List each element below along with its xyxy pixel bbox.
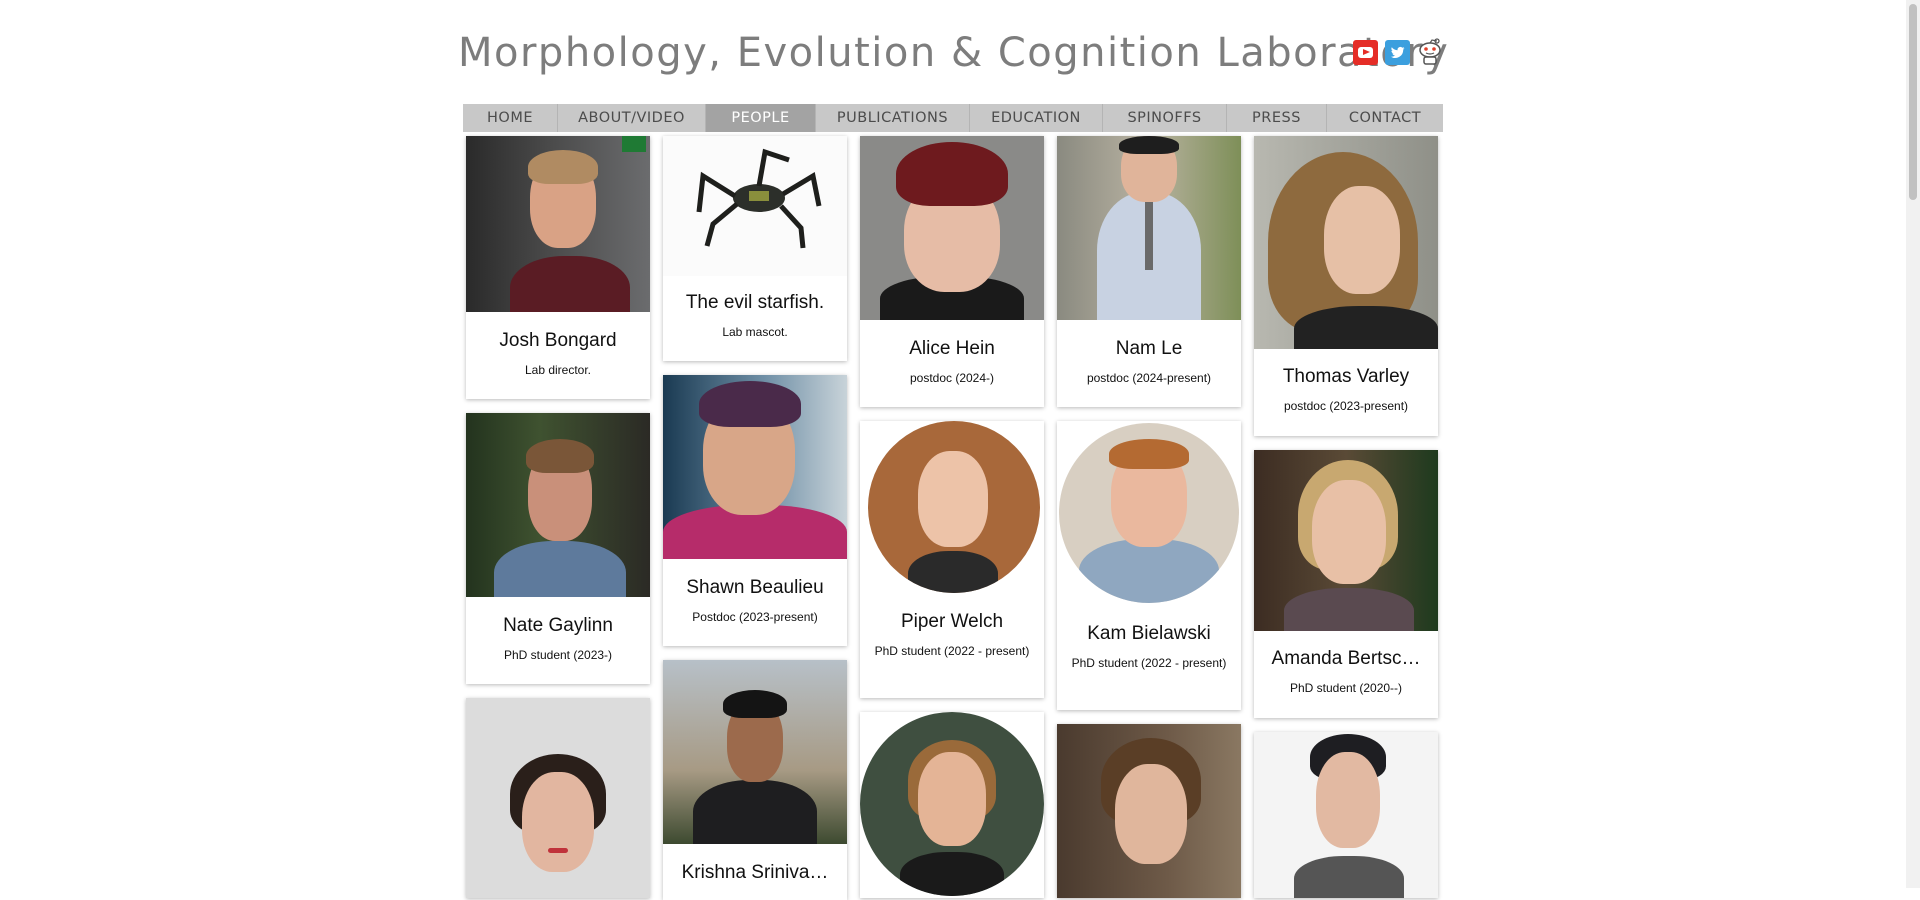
person-photo [663,660,847,844]
person-photo [663,375,847,559]
person-photo [663,136,847,276]
youtube-icon[interactable] [1353,40,1378,65]
person-card[interactable]: Alice Hein postdoc (2024-) [860,136,1044,407]
person-name: Piper Welch [900,611,1004,632]
nav-people[interactable]: PEOPLE [706,104,816,132]
person-card[interactable]: Thomas Varley postdoc (2023-present) [1254,136,1438,436]
person-role: Lab director. [524,363,592,377]
nav-press[interactable]: PRESS [1227,104,1327,132]
nav-education[interactable]: EDUCATION [970,104,1103,132]
person-card[interactable] [466,698,650,898]
person-card[interactable]: Shawn Beaulieu Postdoc (2023-present) [663,375,847,646]
person-role: PhD student (2022 - present) [1071,656,1227,670]
person-card[interactable]: Nam Le postdoc (2024-present) [1057,136,1241,407]
person-role: postdoc (2024-) [909,371,995,385]
person-photo [1057,421,1241,605]
person-photo [466,136,650,312]
person-name: Shawn Beaulieu [686,577,824,598]
nav-home[interactable]: HOME [463,104,558,132]
person-card[interactable]: Kam Bielawski PhD student (2022 - presen… [1057,421,1241,710]
person-photo [1254,450,1438,631]
main-nav: HOME ABOUT/VIDEO PEOPLE PUBLICATIONS EDU… [463,104,1443,132]
scrollbar-thumb[interactable] [1909,4,1917,200]
person-photo [860,421,1044,593]
person-photo [860,136,1044,320]
person-name: Nate Gaylinn [503,615,613,636]
person-role: postdoc (2023-present) [1283,399,1409,413]
nav-contact[interactable]: CONTACT [1327,104,1443,132]
person-name: The evil starfish. [685,292,825,313]
twitter-icon[interactable] [1385,40,1410,65]
person-name: Thomas Varley [1282,366,1410,387]
person-role: postdoc (2024-present) [1086,371,1212,385]
person-card[interactable]: Josh Bongard Lab director. [466,136,650,399]
person-photo [860,712,1044,898]
person-card[interactable]: Nate Gaylinn PhD student (2023-) [466,413,650,684]
nav-spinoffs[interactable]: SPINOFFS [1103,104,1227,132]
person-photo [1254,732,1438,898]
person-card[interactable] [1254,732,1438,898]
person-photo [1254,136,1438,349]
person-card[interactable]: Krishna Sriniva… [663,660,847,900]
person-card[interactable]: Piper Welch PhD student (2022 - present) [860,421,1044,698]
person-card[interactable] [860,712,1044,898]
person-photo [466,698,650,898]
person-photo [1057,136,1241,320]
site-title: Morphology, Evolution & Cognition Labora… [458,30,1450,76]
person-name: Nam Le [1115,338,1183,359]
person-name: Kam Bielawski [1087,623,1211,644]
person-name: Alice Hein [909,338,995,359]
person-role: Postdoc (2023-present) [692,610,818,624]
nav-publications[interactable]: PUBLICATIONS [816,104,970,132]
person-card[interactable] [1057,724,1241,898]
person-name: Krishna Sriniva… [681,862,829,883]
person-role: Lab mascot. [722,325,788,339]
person-role: PhD student (2023-) [503,648,613,662]
scrollbar[interactable] [1906,0,1920,888]
person-name: Amanda Bertsc… [1271,648,1421,669]
reddit-icon[interactable] [1416,38,1444,66]
person-card[interactable]: The evil starfish. Lab mascot. [663,136,847,361]
person-name: Josh Bongard [499,330,617,351]
person-role: PhD student (2020--) [1289,681,1403,695]
person-photo [466,413,650,597]
nav-about-video[interactable]: ABOUT/VIDEO [558,104,706,132]
person-card[interactable]: Amanda Bertsc… PhD student (2020--) [1254,450,1438,718]
person-photo [1057,724,1241,898]
person-role: PhD student (2022 - present) [874,644,1030,658]
